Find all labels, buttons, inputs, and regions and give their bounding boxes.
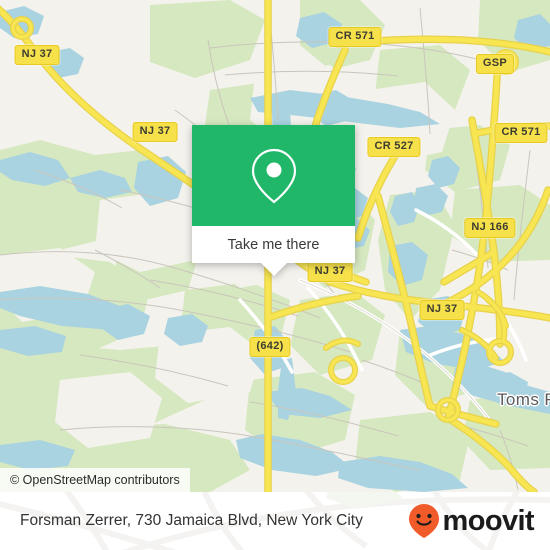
map-screenshot-root: NJ 37 NJ 37 CR 571 GSP CR 571 CR 527 NJ 166 NJ … [0, 0, 550, 550]
road-shield: NJ 37 [419, 300, 465, 320]
place-label: Toms River [497, 390, 550, 409]
footer-bar: Forsman Zerrer, 730 Jamaica Blvd, New Yo… [0, 492, 550, 550]
location-address: Forsman Zerrer, 730 Jamaica Blvd, New Yo… [20, 512, 363, 529]
road-shield: NJ 37 [307, 262, 353, 282]
road-shield: NJ 37 [132, 122, 178, 142]
road-shield: GSP [475, 54, 515, 74]
road-shield: NJ 37 [14, 45, 60, 65]
take-me-there-label: Take me there [227, 236, 320, 253]
road-shield: CR 571 [494, 123, 548, 143]
popup-action-bar[interactable]: Take me there [192, 226, 355, 263]
moovit-pin-icon [408, 504, 439, 538]
map-pin-icon [251, 148, 296, 203]
popup-header [192, 125, 355, 226]
osm-attribution[interactable]: © OpenStreetMap contributors [0, 468, 190, 492]
moovit-wordmark: moovit [442, 504, 535, 537]
map-canvas[interactable]: NJ 37 NJ 37 CR 571 GSP CR 571 CR 527 NJ 166 NJ … [0, 0, 550, 492]
road-shield: NJ 166 [464, 218, 516, 238]
road-shield: CR 527 [367, 137, 421, 157]
footer-content: Forsman Zerrer, 730 Jamaica Blvd, New Yo… [0, 492, 550, 550]
moovit-logo[interactable]: moovit [407, 503, 535, 539]
road-shield: (642) [249, 337, 291, 357]
location-popup[interactable]: Take me there [192, 125, 355, 276]
popup-pointer-tail [260, 263, 287, 276]
road-shield: CR 571 [328, 27, 382, 47]
